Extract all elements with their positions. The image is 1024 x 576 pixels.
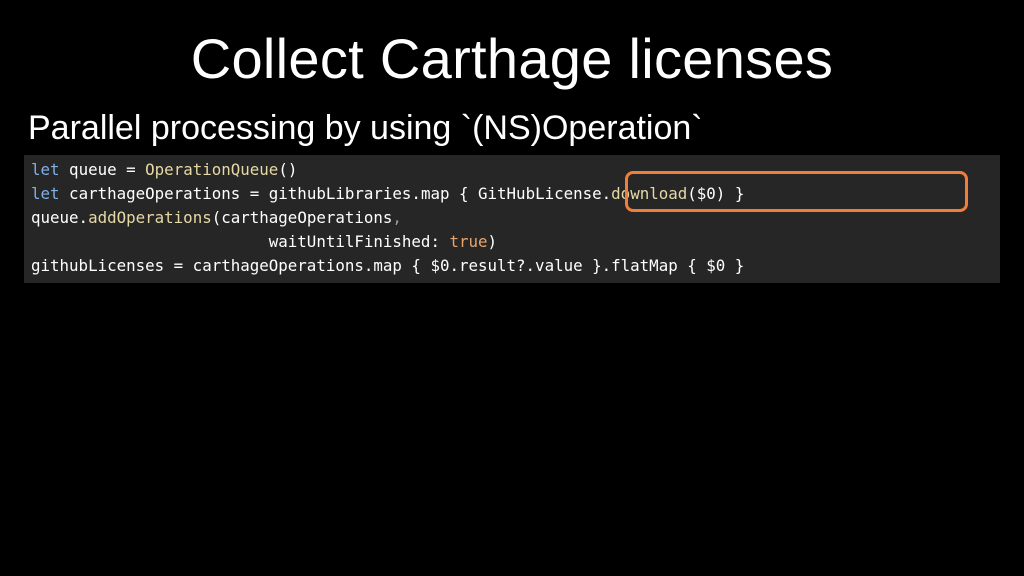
highlighted-object: GitHubLicense.: [478, 184, 612, 203]
slide-title: Collect Carthage licenses: [190, 27, 834, 90]
highlighted-function: download: [611, 184, 688, 203]
code-line-2: let carthageOperations = githubLibraries…: [31, 182, 1000, 206]
highlighted-args: ($0): [687, 184, 726, 203]
code-line-5: githubLicenses = carthageOperations.map …: [31, 254, 1000, 278]
code-line-1: let queue = OperationQueue(): [31, 158, 1000, 182]
code-text: (): [278, 160, 298, 179]
slide-subtitle: Parallel processing by using `(NS)Operat…: [28, 109, 703, 147]
code-text: queue =: [59, 160, 146, 179]
keyword: let: [31, 184, 60, 203]
code-text: (carthageOperations: [211, 208, 393, 227]
code-text: waitUntilFinished:: [268, 232, 450, 251]
code-line-4: waitUntilFinished: true): [31, 230, 1000, 254]
code-text: }: [725, 184, 745, 203]
code-line-3: queue.addOperations(carthageOperations,: [31, 206, 1000, 230]
code-text: githubLicenses = carthageOperations.map …: [31, 256, 745, 275]
code-text: ): [487, 232, 498, 251]
function-name: addOperations: [88, 208, 212, 227]
code-block: let queue = OperationQueue() let carthag…: [24, 155, 1000, 283]
code-text: queue.: [31, 208, 89, 227]
type-name: OperationQueue: [145, 160, 279, 179]
boolean-literal: true: [449, 232, 488, 251]
code-text: carthageOperations = githubLibraries.map…: [59, 184, 479, 203]
code-punctuation: ,: [392, 208, 402, 227]
keyword: let: [31, 160, 60, 179]
